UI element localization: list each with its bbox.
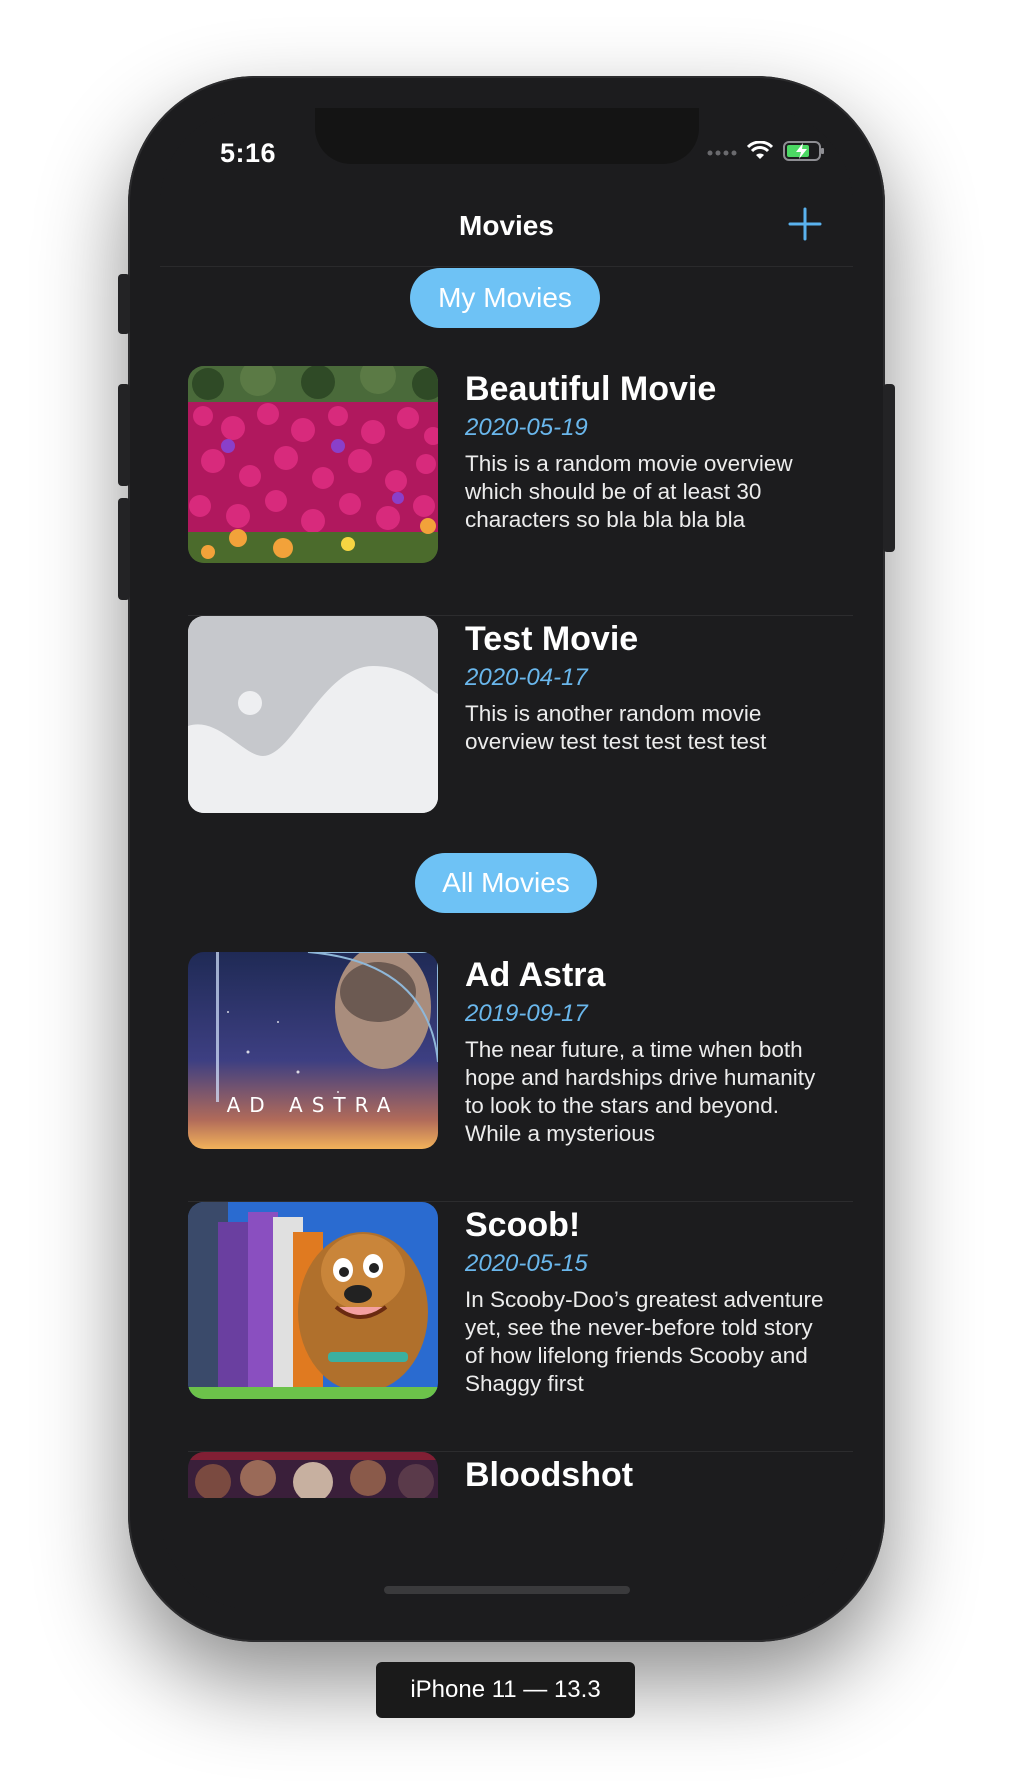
- scoob-poster: [188, 1202, 438, 1399]
- add-movie-button[interactable]: [787, 206, 823, 242]
- movie-thumbnail: [188, 1452, 438, 1498]
- app-screen: 5:16 Movies My Movies Beautiful Movie 20…: [160, 108, 853, 1610]
- home-indicator[interactable]: [384, 1586, 630, 1594]
- movie-title: Scoob!: [465, 1206, 581, 1244]
- movie-row[interactable]: Bloodshot: [160, 1452, 853, 1498]
- movie-row[interactable]: Test Movie 2020-04-17 This is another ra…: [160, 616, 853, 816]
- flowers-image: [188, 366, 438, 563]
- movie-release-date: 2020-04-17: [465, 664, 588, 691]
- volume-up-button: [118, 384, 130, 486]
- power-button: [883, 384, 895, 552]
- placeholder-image-icon: [188, 616, 438, 813]
- movie-release-date: 2020-05-19: [465, 414, 588, 441]
- movie-release-date: 2019-09-17: [465, 1000, 588, 1027]
- poster-title-text: AD ASTRA: [227, 1093, 400, 1117]
- movie-thumbnail: [188, 616, 438, 813]
- movie-overview: In Scooby-Doo’s greatest adventure yet, …: [465, 1287, 824, 1396]
- movie-thumbnail: AD ASTRA: [188, 952, 438, 1149]
- my-movies-section-button[interactable]: My Movies: [410, 268, 600, 328]
- ad-astra-poster: AD ASTRA: [188, 952, 438, 1149]
- mute-switch: [118, 274, 130, 334]
- notch: [315, 108, 699, 164]
- simulator-stage: 5:16 Movies My Movies Beautiful Movie 20…: [0, 0, 1014, 1790]
- wifi-icon: [747, 141, 773, 159]
- movie-overview: This is a random movie overview which sh…: [465, 451, 793, 532]
- movie-row[interactable]: AD ASTRA Ad Astra 2019-09-17 The near fu…: [160, 952, 853, 1202]
- movie-title: Test Movie: [465, 620, 639, 658]
- status-time: 5:16: [220, 138, 277, 168]
- volume-down-button: [118, 498, 130, 600]
- movie-release-date: 2020-05-15: [465, 1250, 588, 1277]
- battery-charging-icon: [783, 141, 824, 161]
- movie-thumbnail: [188, 366, 438, 563]
- movie-title: Bloodshot: [465, 1456, 634, 1494]
- movie-row[interactable]: Beautiful Movie 2020-05-19 This is a ran…: [160, 366, 853, 616]
- movie-overview: The near future, a time when both hope a…: [465, 1037, 816, 1146]
- movie-title: Beautiful Movie: [465, 370, 717, 408]
- status-icons: [707, 140, 825, 162]
- bloodshot-poster: [188, 1452, 438, 1498]
- simulator-device-label: iPhone 11 — 13.3: [376, 1662, 635, 1718]
- all-movies-section-button[interactable]: All Movies: [415, 853, 597, 913]
- movie-thumbnail: [188, 1202, 438, 1399]
- cellular-signal-icon: [707, 150, 737, 156]
- movie-row[interactable]: Scoob! 2020-05-15 In Scooby-Doo’s greate…: [160, 1202, 853, 1452]
- page-title: Movies: [459, 210, 554, 241]
- movie-title: Ad Astra: [465, 956, 606, 994]
- movie-overview: This is another random movie overview te…: [465, 701, 767, 754]
- navigation-bar: Movies: [160, 186, 853, 267]
